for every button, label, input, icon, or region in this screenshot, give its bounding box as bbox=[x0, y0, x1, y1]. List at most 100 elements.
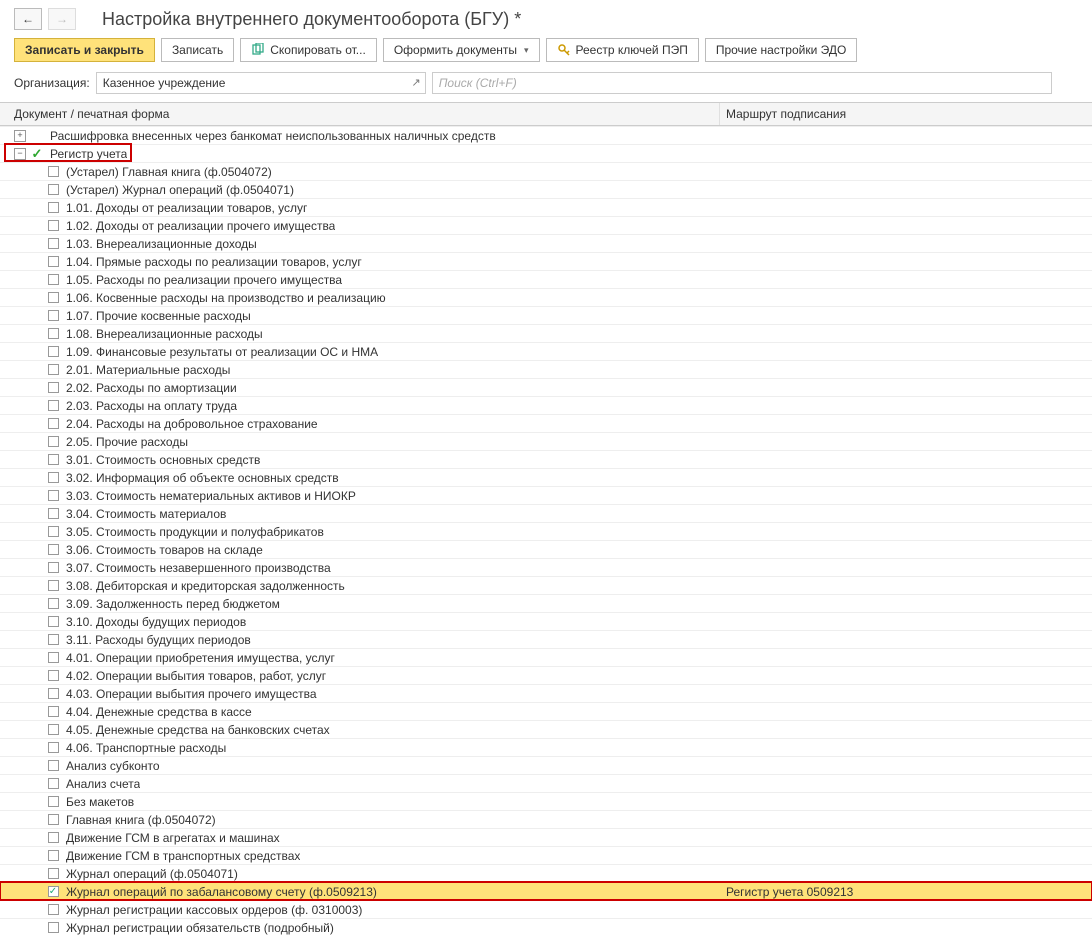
tree-row[interactable]: ✓Журнал операций по забалансовому счету … bbox=[0, 882, 1092, 900]
checkbox-empty[interactable] bbox=[46, 579, 60, 593]
tree-row[interactable]: 2.04. Расходы на добровольное страховани… bbox=[0, 414, 1092, 432]
checkbox-empty[interactable] bbox=[46, 489, 60, 503]
tree-row[interactable]: 3.09. Задолженность перед бюджетом bbox=[0, 594, 1092, 612]
tree-row[interactable]: 2.01. Материальные расходы bbox=[0, 360, 1092, 378]
tree-row[interactable]: 1.09. Финансовые результаты от реализаци… bbox=[0, 342, 1092, 360]
checkbox-empty[interactable] bbox=[46, 723, 60, 737]
tree-row[interactable]: 3.04. Стоимость материалов bbox=[0, 504, 1092, 522]
make-documents-button[interactable]: Оформить документы▾ bbox=[383, 38, 540, 62]
other-edo-button[interactable]: Прочие настройки ЭДО bbox=[705, 38, 858, 62]
checkbox-empty[interactable] bbox=[46, 705, 60, 719]
tree-row[interactable]: 1.06. Косвенные расходы на производство … bbox=[0, 288, 1092, 306]
tree-row[interactable]: +Расшифровка внесенных через банкомат не… bbox=[0, 126, 1092, 144]
checkbox-empty[interactable] bbox=[46, 345, 60, 359]
tree-row[interactable]: 1.03. Внереализационные доходы bbox=[0, 234, 1092, 252]
tree-row[interactable]: Анализ субконто bbox=[0, 756, 1092, 774]
checkbox-empty[interactable] bbox=[46, 363, 60, 377]
tree-row[interactable]: 3.03. Стоимость нематериальных активов и… bbox=[0, 486, 1092, 504]
checkbox-empty[interactable] bbox=[46, 219, 60, 233]
checkbox-empty[interactable] bbox=[46, 237, 60, 251]
tree-row[interactable]: 4.02. Операции выбытия товаров, работ, у… bbox=[0, 666, 1092, 684]
tree-row[interactable]: Журнал регистрации обязательств (подробн… bbox=[0, 918, 1092, 936]
tree-row[interactable]: 3.10. Доходы будущих периодов bbox=[0, 612, 1092, 630]
checkbox-empty[interactable] bbox=[46, 651, 60, 665]
column-header-route[interactable]: Маршрут подписания bbox=[720, 103, 1092, 125]
checkbox-empty[interactable] bbox=[46, 633, 60, 647]
expand-icon[interactable]: + bbox=[14, 130, 26, 142]
checkbox-empty[interactable] bbox=[46, 777, 60, 791]
checkbox-empty[interactable] bbox=[46, 687, 60, 701]
checkbox-empty[interactable] bbox=[46, 399, 60, 413]
checkbox-empty[interactable] bbox=[46, 417, 60, 431]
tree-row[interactable]: Анализ счета bbox=[0, 774, 1092, 792]
tree-row[interactable]: 1.08. Внереализационные расходы bbox=[0, 324, 1092, 342]
tree-row[interactable]: 3.07. Стоимость незавершенного производс… bbox=[0, 558, 1092, 576]
checkbox-empty[interactable] bbox=[46, 525, 60, 539]
tree-row[interactable]: Движение ГСМ в транспортных средствах bbox=[0, 846, 1092, 864]
collapse-icon[interactable]: − bbox=[14, 148, 26, 160]
save-button[interactable]: Записать bbox=[161, 38, 234, 62]
pep-keys-button[interactable]: Реестр ключей ПЭП bbox=[546, 38, 699, 62]
nav-back-button[interactable]: ← bbox=[14, 8, 42, 30]
checkbox-empty[interactable] bbox=[46, 273, 60, 287]
checkbox-checked[interactable]: ✓ bbox=[46, 885, 60, 899]
checkbox-empty[interactable] bbox=[46, 669, 60, 683]
checkbox-empty[interactable] bbox=[46, 165, 60, 179]
checkbox-empty[interactable] bbox=[46, 903, 60, 917]
tree-row[interactable]: Журнал регистрации кассовых ордеров (ф. … bbox=[0, 900, 1092, 918]
checkbox-empty[interactable] bbox=[46, 183, 60, 197]
checkbox-empty[interactable] bbox=[46, 741, 60, 755]
checkbox-empty[interactable] bbox=[46, 507, 60, 521]
checkbox-empty[interactable] bbox=[46, 615, 60, 629]
checkbox-empty[interactable] bbox=[46, 597, 60, 611]
tree-row[interactable]: 3.02. Информация об объекте основных сре… bbox=[0, 468, 1092, 486]
tree-row[interactable]: 4.06. Транспортные расходы bbox=[0, 738, 1092, 756]
tree-row[interactable]: (Устарел) Журнал операций (ф.0504071) bbox=[0, 180, 1092, 198]
tree-row[interactable]: 4.04. Денежные средства в кассе bbox=[0, 702, 1092, 720]
checkbox-empty[interactable] bbox=[46, 435, 60, 449]
checkbox-none[interactable] bbox=[30, 129, 44, 143]
checkbox-empty[interactable] bbox=[46, 471, 60, 485]
search-input[interactable]: Поиск (Ctrl+F) bbox=[432, 72, 1052, 94]
nav-forward-button[interactable]: → bbox=[48, 8, 76, 30]
tree-row[interactable]: 1.07. Прочие косвенные расходы bbox=[0, 306, 1092, 324]
tree-row[interactable]: 4.03. Операции выбытия прочего имущества bbox=[0, 684, 1092, 702]
checkbox-empty[interactable] bbox=[46, 291, 60, 305]
checkbox-empty[interactable] bbox=[46, 921, 60, 935]
checkbox-empty[interactable] bbox=[46, 309, 60, 323]
organization-input[interactable]: Казенное учреждение ↗ bbox=[96, 72, 426, 94]
checkbox-empty[interactable] bbox=[46, 867, 60, 881]
checkbox-empty[interactable] bbox=[46, 795, 60, 809]
tree-row[interactable]: Главная книга (ф.0504072) bbox=[0, 810, 1092, 828]
tree-row[interactable]: 1.05. Расходы по реализации прочего имущ… bbox=[0, 270, 1092, 288]
tree-row[interactable]: 4.05. Денежные средства на банковских сч… bbox=[0, 720, 1092, 738]
checkbox-empty[interactable] bbox=[46, 381, 60, 395]
checkbox-empty[interactable] bbox=[46, 831, 60, 845]
checkbox-empty[interactable] bbox=[46, 813, 60, 827]
checkmark-icon[interactable]: ✓ bbox=[30, 147, 44, 161]
tree-row[interactable]: 1.04. Прямые расходы по реализации товар… bbox=[0, 252, 1092, 270]
checkbox-empty[interactable] bbox=[46, 201, 60, 215]
tree-row[interactable]: 1.02. Доходы от реализации прочего имуще… bbox=[0, 216, 1092, 234]
tree-row[interactable]: 3.08. Дебиторская и кредиторская задолже… bbox=[0, 576, 1092, 594]
tree-row[interactable]: 2.03. Расходы на оплату труда bbox=[0, 396, 1092, 414]
tree-row[interactable]: Движение ГСМ в агрегатах и машинах bbox=[0, 828, 1092, 846]
tree-row[interactable]: (Устарел) Главная книга (ф.0504072) bbox=[0, 162, 1092, 180]
checkbox-empty[interactable] bbox=[46, 543, 60, 557]
tree-row[interactable]: 3.05. Стоимость продукции и полуфабрикат… bbox=[0, 522, 1092, 540]
checkbox-empty[interactable] bbox=[46, 327, 60, 341]
copy-from-button[interactable]: Скопировать от... bbox=[240, 38, 377, 62]
checkbox-empty[interactable] bbox=[46, 453, 60, 467]
tree-row[interactable]: 2.02. Расходы по амортизации bbox=[0, 378, 1092, 396]
column-header-document[interactable]: Документ / печатная форма bbox=[0, 103, 720, 125]
tree-row[interactable]: 3.11. Расходы будущих периодов bbox=[0, 630, 1092, 648]
checkbox-empty[interactable] bbox=[46, 759, 60, 773]
checkbox-empty[interactable] bbox=[46, 255, 60, 269]
tree-row[interactable]: Без макетов bbox=[0, 792, 1092, 810]
tree-row[interactable]: −✓Регистр учета bbox=[0, 144, 1092, 162]
tree-row[interactable]: 2.05. Прочие расходы bbox=[0, 432, 1092, 450]
tree-row[interactable]: 4.01. Операции приобретения имущества, у… bbox=[0, 648, 1092, 666]
open-card-icon[interactable]: ↗ bbox=[412, 76, 421, 89]
tree-row[interactable]: 3.01. Стоимость основных средств bbox=[0, 450, 1092, 468]
tree-row[interactable]: 3.06. Стоимость товаров на складе bbox=[0, 540, 1092, 558]
